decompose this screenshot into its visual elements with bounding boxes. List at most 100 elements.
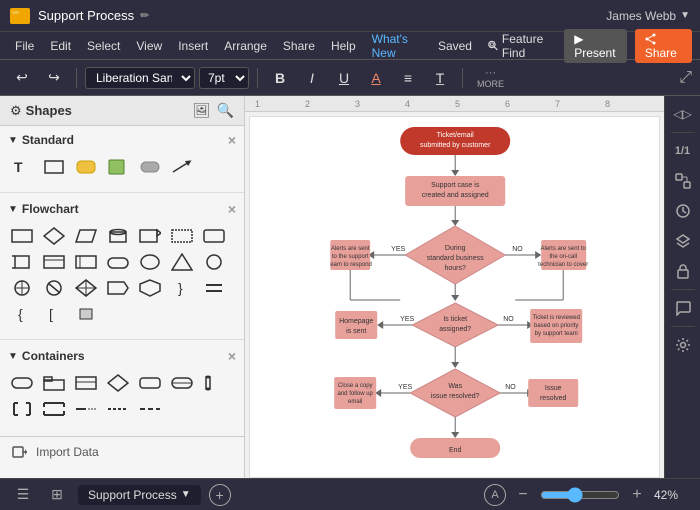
cont-rect[interactable] bbox=[72, 372, 100, 394]
present-button[interactable]: ▶ Present bbox=[564, 29, 627, 63]
redo-button[interactable]: ↪ bbox=[40, 65, 68, 91]
cont-bracket-box[interactable] bbox=[8, 398, 36, 420]
cont-bracket-box2[interactable] bbox=[40, 398, 68, 420]
shape-rectangle[interactable] bbox=[40, 156, 68, 178]
fc-diamond[interactable] bbox=[40, 225, 68, 247]
grid-view-button[interactable]: ⊞ bbox=[44, 482, 70, 508]
menu-arrange[interactable]: Arrange bbox=[217, 36, 274, 56]
text-format-button[interactable]: T̲ bbox=[426, 65, 454, 91]
rp-collapse-btn[interactable]: ◁▷ bbox=[668, 100, 698, 128]
svg-text:Support case is: Support case is bbox=[431, 182, 480, 189]
fc-circle[interactable] bbox=[200, 251, 228, 273]
menu-help[interactable]: Help bbox=[324, 36, 363, 56]
rp-format-btn[interactable]: 1/1 bbox=[668, 137, 698, 165]
shapes-panel: ⚙ Shapes 🖼 🔍 ▼ Standard × T bbox=[0, 96, 245, 478]
edit-icon[interactable]: ✏ bbox=[140, 9, 149, 22]
fc-brace-left[interactable]: } bbox=[168, 277, 196, 299]
cont-dash-line[interactable] bbox=[72, 398, 100, 420]
containers-close[interactable]: × bbox=[228, 348, 236, 364]
standard-section-header[interactable]: ▼ Standard × bbox=[8, 132, 236, 148]
menu-edit[interactable]: Edit bbox=[43, 36, 78, 56]
zoom-in-button[interactable]: + bbox=[626, 484, 648, 506]
fc-rect4[interactable] bbox=[8, 251, 36, 273]
page-tab[interactable]: Support Process ▼ bbox=[78, 485, 201, 505]
rp-settings-btn[interactable] bbox=[668, 331, 698, 359]
cont-stadium[interactable] bbox=[168, 372, 196, 394]
shapes-search-icon[interactable]: 🔍 bbox=[217, 102, 234, 119]
flowchart-close[interactable]: × bbox=[228, 201, 236, 217]
expand-button[interactable]: ⤢ bbox=[679, 69, 692, 87]
shape-note[interactable] bbox=[104, 156, 132, 178]
cont-diamond[interactable] bbox=[104, 372, 132, 394]
menu-whats-new[interactable]: What's New bbox=[365, 29, 429, 63]
import-data-button[interactable]: Import Data bbox=[0, 436, 244, 467]
cont-tabs[interactable] bbox=[40, 372, 68, 394]
underline-button[interactable]: U bbox=[330, 65, 358, 91]
canvas-content[interactable]: Ticket/email submitted by customer Suppo… bbox=[249, 116, 660, 478]
font-select[interactable]: Liberation Sans bbox=[85, 67, 195, 89]
fc-rect7[interactable] bbox=[104, 251, 132, 273]
cont-dash-line2[interactable] bbox=[104, 398, 132, 420]
menu-saved[interactable]: Saved bbox=[431, 36, 479, 56]
user-menu-chevron[interactable]: ▼ bbox=[680, 10, 690, 21]
fc-rect6[interactable] bbox=[72, 251, 100, 273]
cont-pill-h[interactable] bbox=[8, 372, 36, 394]
fc-crosshair[interactable] bbox=[8, 277, 36, 299]
fc-flagged-rect[interactable] bbox=[136, 225, 164, 247]
fc-rect2[interactable] bbox=[168, 225, 196, 247]
containers-section-header[interactable]: ▼ Containers × bbox=[8, 348, 236, 364]
align-button[interactable]: ≡ bbox=[394, 65, 422, 91]
fc-chevron[interactable] bbox=[104, 277, 132, 299]
rp-lock-btn[interactable] bbox=[668, 257, 698, 285]
shape-text[interactable]: T bbox=[8, 156, 36, 178]
fc-shield[interactable] bbox=[136, 277, 164, 299]
strikethrough-button[interactable]: A bbox=[362, 65, 390, 91]
fc-rect3[interactable] bbox=[200, 225, 228, 247]
rp-layers-btn[interactable] bbox=[668, 227, 698, 255]
rp-comments-btn[interactable] bbox=[668, 294, 698, 322]
fc-equals[interactable] bbox=[200, 277, 228, 299]
italic-button[interactable]: I bbox=[298, 65, 326, 91]
fc-bracket-left[interactable]: { bbox=[8, 303, 36, 325]
right-panel: ◁▷ 1/1 bbox=[664, 96, 700, 478]
cont-pipe[interactable] bbox=[200, 372, 228, 394]
canvas-area[interactable]: 1 2 3 4 5 6 7 8 Ticket/email submitted b… bbox=[245, 96, 664, 478]
fc-bracket-right[interactable]: [ bbox=[40, 303, 68, 325]
fit-page-button[interactable]: A bbox=[484, 484, 506, 506]
rp-connection-btn[interactable] bbox=[668, 167, 698, 195]
cont-dash-line3[interactable] bbox=[136, 398, 164, 420]
menu-insert[interactable]: Insert bbox=[171, 36, 215, 56]
undo-button[interactable]: ↩ bbox=[8, 65, 36, 91]
menu-file[interactable]: File bbox=[8, 36, 41, 56]
feature-find-btn[interactable]: Feature Find bbox=[481, 29, 562, 63]
share-button[interactable]: Share bbox=[635, 29, 692, 63]
rp-history-btn[interactable] bbox=[668, 197, 698, 225]
more-button[interactable]: ··· MORE bbox=[471, 65, 510, 91]
zoom-slider[interactable] bbox=[540, 487, 620, 503]
fc-parallelogram[interactable] bbox=[72, 225, 100, 247]
document-title: Support Process bbox=[38, 8, 134, 23]
shape-ellipse[interactable] bbox=[136, 156, 164, 178]
list-view-button[interactable]: ☰ bbox=[10, 482, 36, 508]
fc-cancel-circle[interactable] bbox=[40, 277, 68, 299]
fc-diamond2[interactable] bbox=[72, 277, 100, 299]
flowchart-section-header[interactable]: ▼ Flowchart × bbox=[8, 201, 236, 217]
menu-view[interactable]: View bbox=[129, 36, 169, 56]
cont-rounded[interactable] bbox=[136, 372, 164, 394]
fc-cylinder[interactable] bbox=[104, 225, 132, 247]
shapes-image-icon[interactable]: 🖼 bbox=[193, 102, 211, 119]
fc-oval[interactable] bbox=[136, 251, 164, 273]
menu-select[interactable]: Select bbox=[80, 36, 127, 56]
font-size-select[interactable]: 7pt bbox=[199, 67, 249, 89]
fc-rect[interactable] bbox=[8, 225, 36, 247]
zoom-out-button[interactable]: − bbox=[512, 484, 534, 506]
fc-rect5[interactable] bbox=[40, 251, 68, 273]
bold-button[interactable]: B bbox=[266, 65, 294, 91]
add-page-button[interactable]: + bbox=[209, 484, 231, 506]
fc-triangle[interactable] bbox=[168, 251, 196, 273]
fc-square-filled[interactable] bbox=[72, 303, 100, 325]
shape-rounded-rect[interactable] bbox=[72, 156, 100, 178]
menu-share[interactable]: Share bbox=[276, 36, 322, 56]
standard-close[interactable]: × bbox=[228, 132, 236, 148]
shape-arrow[interactable] bbox=[168, 156, 196, 178]
